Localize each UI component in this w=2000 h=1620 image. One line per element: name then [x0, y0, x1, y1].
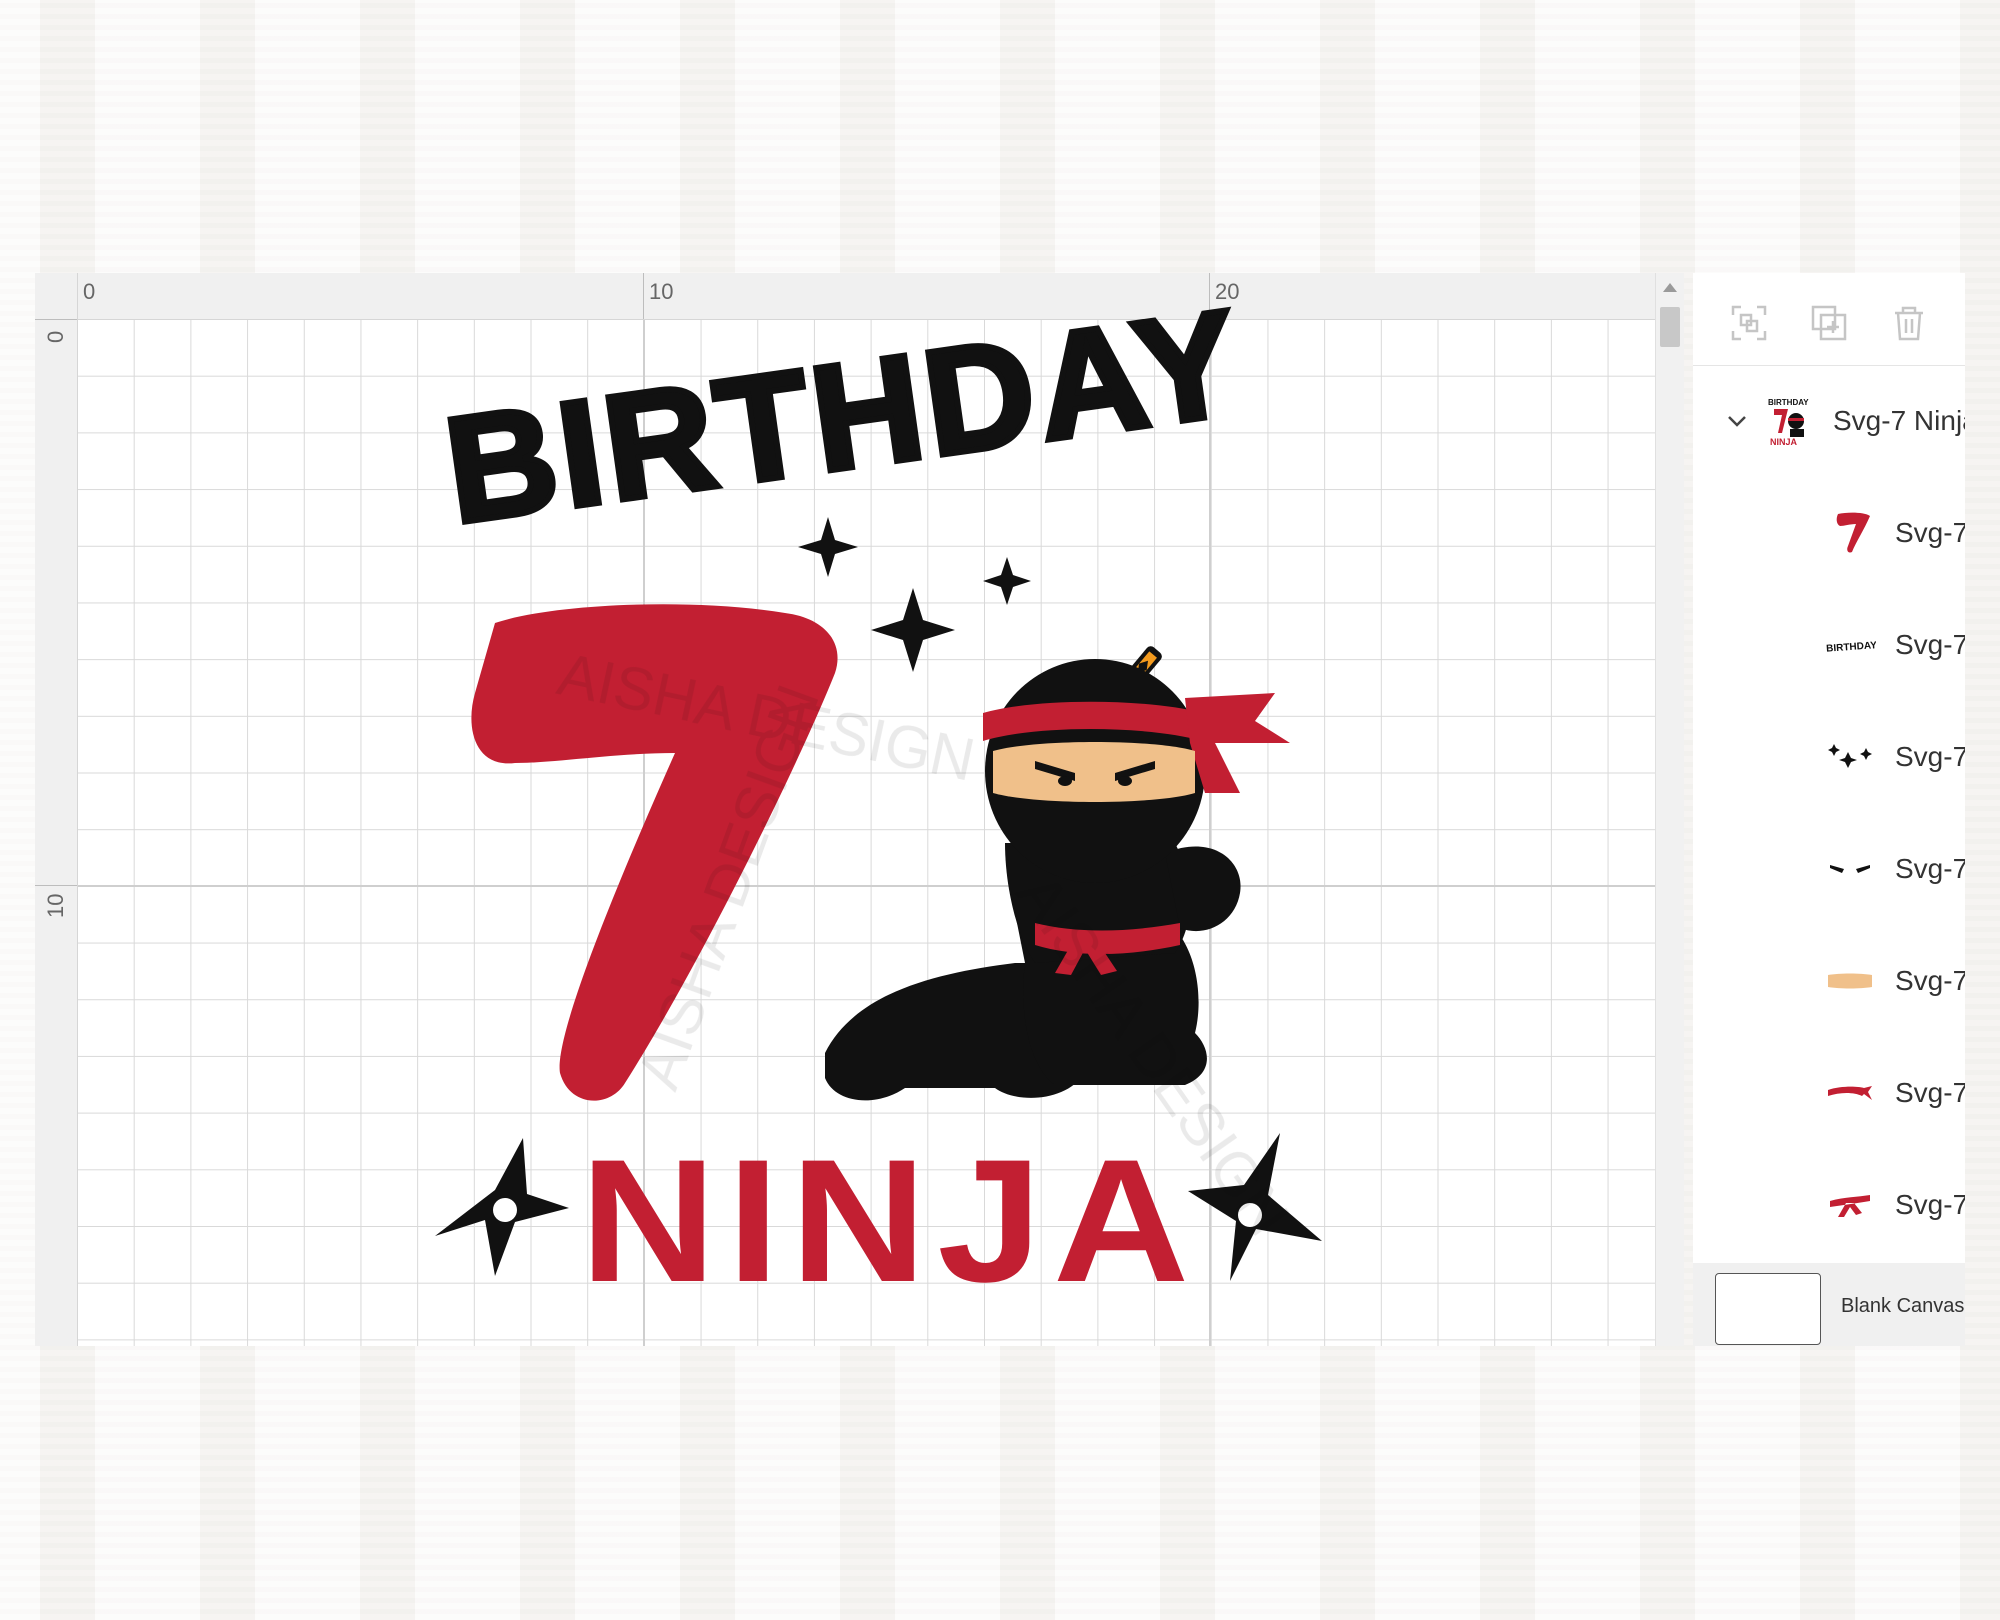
layer-label: Svg-7 — [1895, 1189, 1965, 1220]
svg-text:NINJA: NINJA — [1770, 437, 1798, 447]
birthday-text-label: BIRTHDAY — [436, 277, 1252, 555]
scroll-up-arrow-icon[interactable] — [1663, 283, 1677, 292]
blank-canvas-label: Blank Canvas — [1841, 1295, 1965, 1317]
blank-canvas-row[interactable]: Blank Canvas — [1693, 1263, 1965, 1346]
svg-text:BIRTHDAY: BIRTHDAY — [1768, 398, 1809, 407]
canvas-scrollbar[interactable] — [1655, 273, 1684, 1346]
layer-row[interactable]: Svg-7 — [1693, 701, 1965, 813]
layer-row[interactable]: Svg-7 — [1693, 1149, 1965, 1261]
layer-row[interactable]: Svg-7 — [1693, 813, 1965, 925]
layer-thumbnail — [1823, 842, 1877, 896]
blank-canvas-swatch[interactable] — [1715, 1273, 1821, 1345]
shuriken-left — [435, 1138, 569, 1276]
layer-row[interactable]: Svg-7 — [1693, 925, 1965, 1037]
skin-band — [993, 742, 1195, 802]
layer-thumbnail — [1823, 954, 1877, 1008]
layer-label: Svg-7 — [1895, 1077, 1965, 1108]
chevron-down-icon[interactable] — [1725, 409, 1749, 433]
layer-thumbnail: BIRTHDAY — [1823, 618, 1877, 672]
layers-toolbar — [1693, 273, 1965, 366]
birthday-text: BIRTHDAY — [433, 274, 1255, 558]
layer-thumbnail — [1823, 1066, 1877, 1120]
layer-row[interactable]: Svg-7 — [1693, 477, 1965, 589]
group-icon[interactable] — [1729, 303, 1769, 343]
layer-label: Svg-7 — [1895, 741, 1965, 772]
svg-text:BIRTHDAY: BIRTHDAY — [1826, 640, 1876, 655]
layer-row[interactable]: BIRTHDAY Svg-7 — [1693, 589, 1965, 701]
star-small-1 — [798, 517, 858, 577]
ninja-artwork[interactable]: BIRTHDAY NINJA AISHA DESIGN AISHA DESIGN… — [35, 273, 1655, 1346]
ninja-text: NINJA — [580, 1124, 1200, 1319]
trash-icon[interactable] — [1889, 303, 1929, 343]
star-medium — [871, 588, 955, 672]
star-small-2 — [983, 557, 1031, 605]
layers-panel: BIRTHDAY NINJA Svg-7 Ninja Svg-7 BIRTHDA… — [1693, 273, 1965, 1346]
layer-thumbnail — [1823, 1178, 1877, 1232]
layer-label: Svg-7 — [1895, 853, 1965, 884]
layer-label: Svg-7 — [1895, 965, 1965, 996]
layer-group-row[interactable]: BIRTHDAY NINJA Svg-7 Ninja — [1693, 365, 1965, 477]
layer-label: Svg-7 — [1895, 629, 1965, 660]
layer-thumbnail: BIRTHDAY NINJA — [1761, 394, 1815, 448]
layer-thumbnail — [1823, 730, 1877, 784]
design-canvas[interactable]: 0 10 20 0 10 BIRTHDAY NINJA AISHA DESIGN… — [35, 273, 1655, 1346]
duplicate-icon[interactable] — [1809, 303, 1849, 343]
layer-label: Svg-7 Ninja — [1833, 405, 1965, 436]
layer-thumbnail — [1827, 506, 1881, 560]
scroll-thumb[interactable] — [1660, 307, 1680, 347]
layer-label: Svg-7 — [1895, 517, 1965, 548]
layer-row[interactable]: Svg-7 — [1693, 1037, 1965, 1149]
